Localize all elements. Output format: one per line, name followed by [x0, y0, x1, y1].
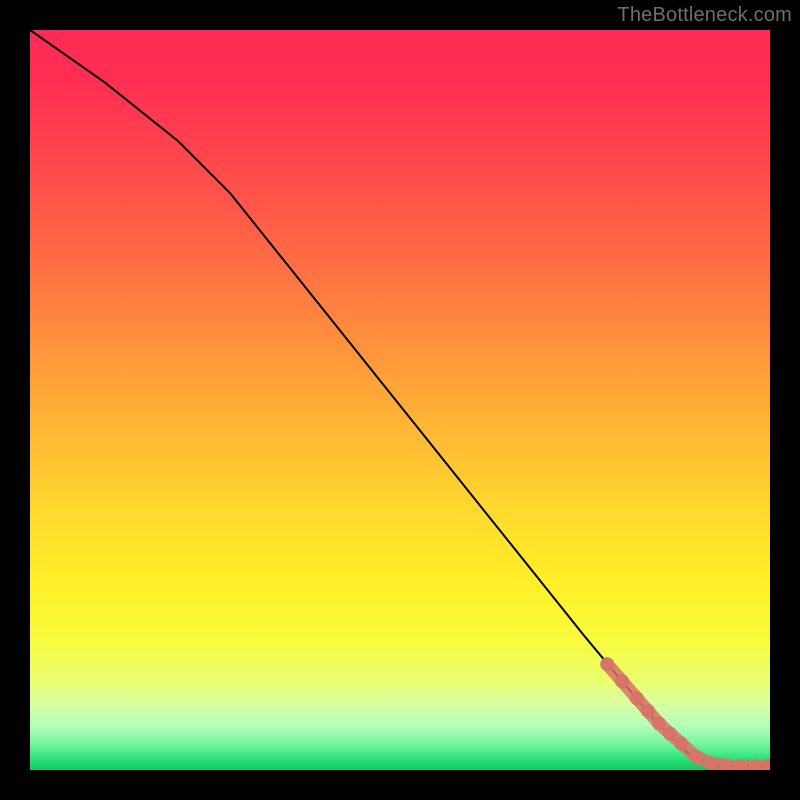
- background-gradient: [30, 30, 770, 770]
- chart-svg: [30, 30, 770, 770]
- marker-dot: [652, 716, 666, 730]
- plot-area: [30, 30, 770, 770]
- marker-dot: [615, 674, 629, 688]
- watermark-label: TheBottleneck.com: [617, 4, 792, 27]
- marker-dot: [630, 691, 644, 705]
- marker-dot: [689, 750, 703, 764]
- chart-frame: TheBottleneck.com: [0, 0, 800, 800]
- marker-dot: [674, 736, 688, 750]
- marker-dot: [641, 704, 655, 718]
- marker-dot: [663, 727, 677, 741]
- marker-dot: [704, 756, 718, 770]
- marker-dot: [600, 657, 614, 671]
